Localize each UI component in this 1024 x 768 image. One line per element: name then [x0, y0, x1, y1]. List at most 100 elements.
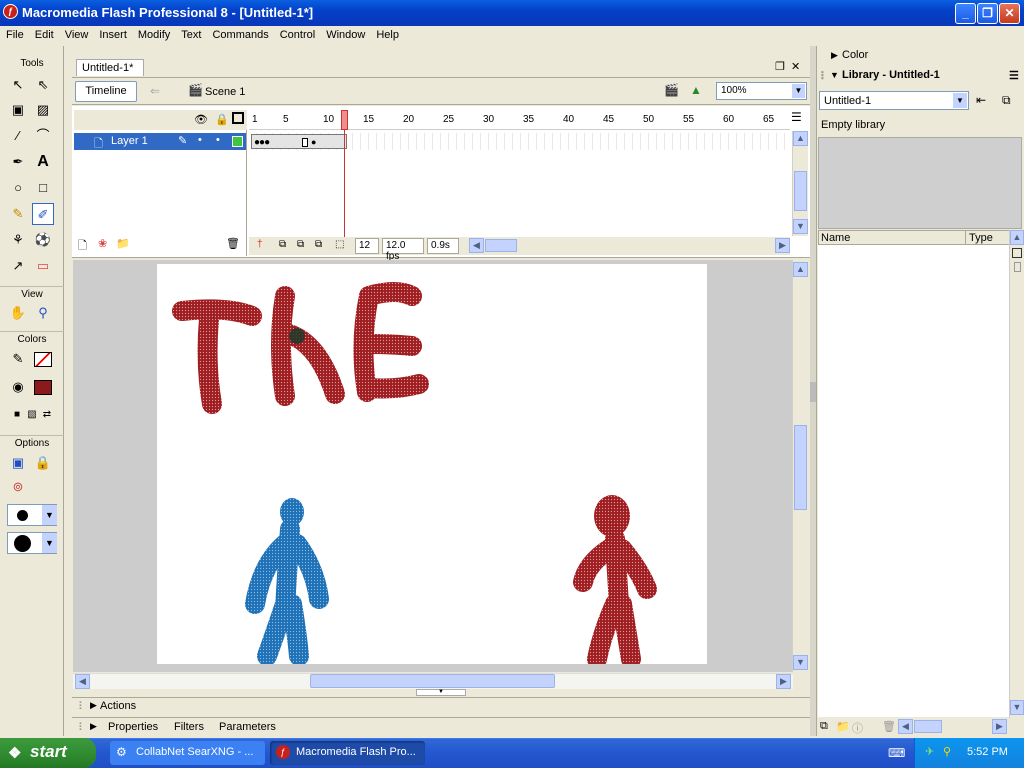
col-name[interactable]: Name: [821, 232, 850, 244]
panel-collapse-arrow-icon[interactable]: ▼: [416, 689, 466, 696]
narrow-view-icon[interactable]: [1014, 262, 1021, 272]
brush-size-select[interactable]: ▼: [7, 504, 57, 526]
timeline-button[interactable]: Timeline: [75, 81, 137, 102]
timeline-hscroll-thumb[interactable]: [485, 239, 517, 252]
timeline-menu-icon[interactable]: ☰: [791, 110, 802, 124]
frame-rate[interactable]: 12.0 fps: [382, 238, 424, 262]
line-tool-icon[interactable]: ∕: [7, 125, 29, 147]
lock-dot-icon[interactable]: •: [216, 134, 220, 146]
scroll-down-icon[interactable]: ▼: [793, 655, 808, 670]
insert-folder-icon[interactable]: 📁: [116, 237, 130, 250]
doc-restore-icon[interactable]: ❐: [775, 61, 785, 73]
wide-view-icon[interactable]: [1012, 248, 1022, 258]
outline-color-swatch[interactable]: [232, 136, 243, 147]
timeline-vscroll[interactable]: ▲ ▼: [792, 131, 808, 236]
swap-colors-icon[interactable]: ⇄: [36, 404, 58, 426]
delete-icon[interactable]: 🗑: [882, 720, 896, 733]
oval-tool-icon[interactable]: ○: [7, 177, 29, 199]
eyedropper-tool-icon[interactable]: ↗: [7, 255, 29, 277]
tab-parameters[interactable]: Parameters: [219, 721, 276, 733]
scroll-thumb[interactable]: [794, 171, 807, 211]
onion-skin-icon[interactable]: ⧉: [279, 239, 286, 250]
zoom-select[interactable]: 100% ▼: [716, 82, 807, 100]
tab-properties[interactable]: Properties: [108, 721, 158, 733]
onion-outline-icon[interactable]: ⧉: [297, 239, 304, 250]
onion-markers-icon[interactable]: ⬚: [335, 239, 344, 250]
close-button[interactable]: ✕: [999, 3, 1020, 24]
scroll-down-icon[interactable]: ▼: [793, 219, 808, 234]
stage-vscroll[interactable]: ▲ ▼: [792, 260, 808, 672]
playhead[interactable]: [341, 110, 348, 130]
visible-dot-icon[interactable]: •: [198, 134, 202, 146]
scroll-up-icon[interactable]: ▲: [793, 131, 808, 146]
lock-icon[interactable]: 🔒: [215, 113, 229, 126]
hand-tool-icon[interactable]: ✋: [7, 302, 29, 324]
brush-shape-select[interactable]: ▼: [7, 532, 57, 554]
ink-bottle-tool-icon[interactable]: ⚘: [7, 229, 29, 251]
menu-window[interactable]: Window: [320, 26, 370, 41]
scroll-right-icon[interactable]: ▶: [992, 719, 1007, 734]
eraser-tool-icon[interactable]: ▭: [32, 255, 54, 277]
properties-icon[interactable]: ⓘ: [852, 720, 863, 736]
dock-collapse-handle[interactable]: [810, 382, 816, 402]
eye-icon[interactable]: 👁: [194, 113, 208, 126]
col-type[interactable]: Type: [969, 232, 993, 244]
scroll-left-icon[interactable]: ◀: [75, 674, 90, 689]
delete-layer-icon[interactable]: 🗑: [226, 237, 240, 250]
library-select[interactable]: Untitled-1 ▼: [819, 91, 969, 110]
new-library-panel-icon[interactable]: ⧉: [1002, 93, 1011, 108]
menu-help[interactable]: Help: [370, 26, 404, 41]
menu-control[interactable]: Control: [274, 26, 320, 41]
task-flash[interactable]: ƒ Macromedia Flash Pro...: [270, 741, 425, 765]
minimize-button[interactable]: _: [955, 3, 976, 24]
network-icon[interactable]: ✈: [925, 745, 934, 758]
scroll-down-icon[interactable]: ▼: [1010, 700, 1024, 715]
object-drawing-icon[interactable]: ▣: [7, 452, 29, 474]
keyframe-span[interactable]: ●●● ●: [251, 134, 347, 149]
brush-tool-icon[interactable]: ✐: [32, 203, 54, 225]
properties-panel-header[interactable]: ⠇ ▶ Properties Filters Parameters: [72, 717, 810, 736]
library-hscroll-thumb[interactable]: [914, 720, 942, 733]
menu-commands[interactable]: Commands: [206, 26, 273, 41]
scroll-left-icon[interactable]: ◀: [469, 238, 484, 253]
fill-color-swatch[interactable]: [34, 380, 52, 395]
edit-multiple-icon[interactable]: ⧉: [315, 239, 322, 250]
menu-view[interactable]: View: [59, 26, 94, 41]
menu-file[interactable]: File: [0, 26, 29, 41]
pencil-tool-icon[interactable]: ✎: [7, 203, 29, 225]
color-panel-header[interactable]: ▶ Color: [817, 47, 1024, 65]
edit-scene-icon[interactable]: 🎬: [664, 83, 679, 97]
restore-button[interactable]: ❐: [977, 3, 998, 24]
menu-edit[interactable]: Edit: [29, 26, 59, 41]
actions-panel-header[interactable]: ⠇ ▶ Actions: [72, 697, 810, 715]
pin-library-icon[interactable]: ⇤: [976, 93, 986, 107]
subselection-tool-icon[interactable]: ⇖: [32, 74, 54, 96]
library-list[interactable]: [818, 245, 1010, 717]
scroll-right-icon[interactable]: ▶: [775, 238, 790, 253]
task-searxng[interactable]: ⚙ CollabNet SearXNG - ...: [110, 741, 265, 765]
lasso-tool-icon[interactable]: ⌒: [32, 125, 54, 147]
menu-text[interactable]: Text: [175, 26, 206, 41]
stroke-color-swatch[interactable]: [34, 352, 52, 367]
start-button[interactable]: ❖ start: [0, 738, 96, 768]
library-panel-header[interactable]: ⠇ ▼ Library - Untitled-1 ☰: [817, 67, 1024, 85]
scroll-thumb[interactable]: [794, 425, 807, 510]
fill-transform-tool-icon[interactable]: ▨: [32, 99, 54, 121]
selection-tool-icon[interactable]: ↖: [7, 74, 29, 96]
scroll-left-icon[interactable]: ◀: [898, 719, 913, 734]
pen-tool-icon[interactable]: ✒: [7, 151, 29, 173]
paint-bucket-tool-icon[interactable]: ⚽: [32, 229, 54, 251]
frame-ruler[interactable]: 1 5 10 15 20 25 30 35 40 45 50 55 60 65: [249, 110, 790, 130]
scroll-right-icon[interactable]: ▶: [776, 674, 791, 689]
new-symbol-icon[interactable]: ⧉: [820, 720, 828, 733]
stage[interactable]: [157, 264, 707, 669]
lock-fill-icon[interactable]: 🔒: [32, 452, 54, 474]
brush-mode-icon[interactable]: ⊚: [7, 476, 29, 498]
add-guide-layer-icon[interactable]: ❀: [98, 237, 107, 250]
edit-symbols-icon[interactable]: ▲: [690, 83, 702, 97]
center-frame-icon[interactable]: †: [257, 239, 263, 250]
new-folder-icon[interactable]: 📁: [836, 720, 850, 733]
insert-layer-icon[interactable]: 🗋: [78, 237, 87, 256]
layer-name[interactable]: Layer 1: [111, 135, 148, 147]
layer-row[interactable]: 🗋 Layer 1 ✎ • •: [74, 133, 246, 150]
